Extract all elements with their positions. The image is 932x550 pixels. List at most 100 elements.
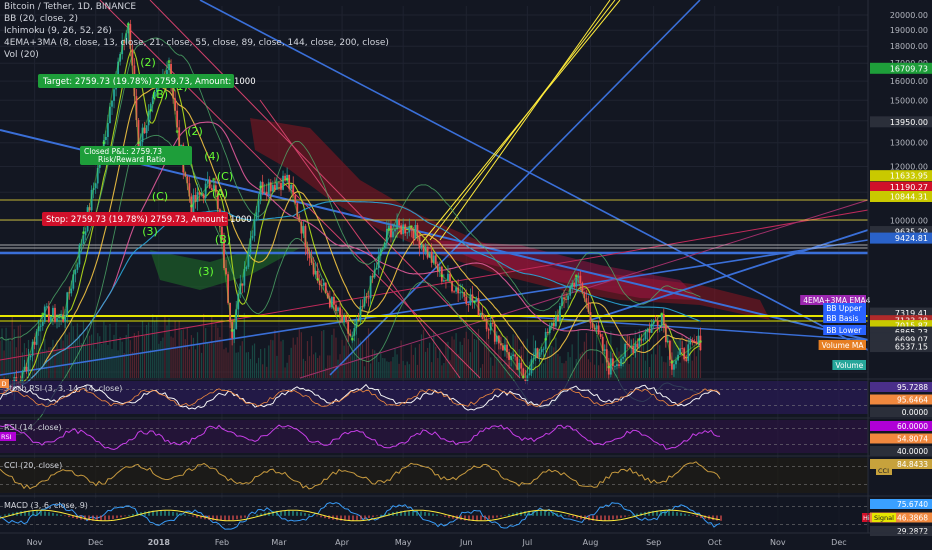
volume-bar [211,315,213,378]
legend-vol[interactable]: Vol (20) [4,50,39,60]
volume-bar [465,331,467,378]
candle-body [442,280,445,282]
price-point [574,274,578,278]
legend-ichimoku[interactable]: Ichimoku (9, 26, 52, 26) [4,26,112,36]
candle-body [245,266,248,270]
volume-bar [129,340,131,378]
candle-body [404,224,407,234]
volume-bar [653,344,655,378]
legend-ema[interactable]: 4EMA+3MA (8, close, 13, close, 21, close… [4,38,389,48]
macd-histogram-bar [68,515,70,518]
macd-histogram-bar [60,514,62,516]
candle-body [343,316,346,323]
candle-body [56,318,58,322]
volume-bar [76,323,78,378]
volume-bar [127,324,129,378]
volume-bar [302,358,304,378]
candle-body [689,340,692,345]
volume-bar [691,360,693,378]
legend-bb[interactable]: BB (20, close, 2) [4,14,78,24]
volume-bar [427,347,429,378]
macd-histogram-bar [20,511,22,516]
volume-bar [386,361,388,378]
pane-axis-label: 40.0000 [897,447,928,456]
macd-histogram-bar [52,512,54,516]
volume-bar [11,315,13,378]
volume-bar [632,356,634,378]
price-tick-label: 10000.00 [890,217,928,226]
price-point [544,337,548,341]
price-tick-label: 16000.00 [890,77,928,86]
volume-bar [306,341,309,378]
price-point [102,141,106,145]
candle-body [599,334,602,337]
volume-bar [62,340,64,378]
time-tick-label: Dec [831,538,846,547]
chart-title[interactable]: Bitcoin / Tether, 1D, BINANCE [4,2,136,12]
candle-body [528,373,531,376]
candle-body [198,192,201,195]
candle-body [514,354,517,357]
candle-body [526,375,529,382]
volume-bar [416,364,419,378]
volume-bar [257,357,260,378]
price-badge-label: 10844.31 [890,192,928,201]
macd-histogram-bar [56,513,58,516]
price-chart[interactable]: (2)(1)(B)(2)(4)(C)(A)(C)(3)(B)(3) Target… [0,0,932,550]
macd-histogram-bar [432,513,434,516]
volume-bar [54,348,56,378]
candle-body [282,175,284,190]
volume-bar [437,358,439,378]
volume-bar [319,355,321,378]
price-tick-label: 19000.00 [890,26,928,35]
macd-histogram-bar [356,515,358,521]
rsi-tag-label: RSI [1,433,12,441]
volume-bar [628,364,630,378]
volume-bar [412,354,414,378]
macd-histogram-bar [180,513,182,516]
volume-bar [272,340,274,378]
macd-histogram-bar [608,515,610,521]
macd-histogram-bar [620,515,622,518]
candle-body [518,362,521,370]
macd-histogram-bar [556,513,558,516]
volume-bar [221,319,223,378]
macd-histogram-bar [164,510,166,516]
macd-histogram-bar [632,514,634,516]
candle-body [94,183,97,189]
volume-bar [551,345,553,378]
volume-bar [657,333,659,378]
time-tick-label: Nov [27,538,43,547]
macd-histogram-bar [240,515,242,519]
price-tick-label: 20000.00 [890,11,928,20]
volume-bar [549,331,551,378]
candle-body [603,349,606,351]
volume-bar [105,325,107,378]
volume-bar [251,345,254,378]
candle-body [280,183,282,190]
volume-bar [282,339,284,378]
volume-bar [650,354,653,378]
volume-bar [665,362,667,378]
candle-body [451,281,453,292]
volume-bar [229,323,231,378]
macd-histogram-bar [320,515,322,518]
volume-bar [699,346,702,378]
volume-bar [459,341,461,378]
candle-body [487,329,490,331]
volume-bar [56,339,58,378]
volume-bar [288,354,290,378]
pane-axis-label: 54.8074 [897,435,928,444]
pane-background [0,420,868,453]
volume-bar [300,332,302,378]
candle-body [614,366,616,367]
candle-body [54,307,56,322]
volume-bar [667,356,669,378]
candle-body [276,182,278,190]
volume-bar [5,327,7,378]
volume-bar [44,338,46,378]
volume-bar [0,340,1,378]
volume-bar [659,345,661,378]
candle-body [29,355,32,358]
candle-body [233,328,236,339]
